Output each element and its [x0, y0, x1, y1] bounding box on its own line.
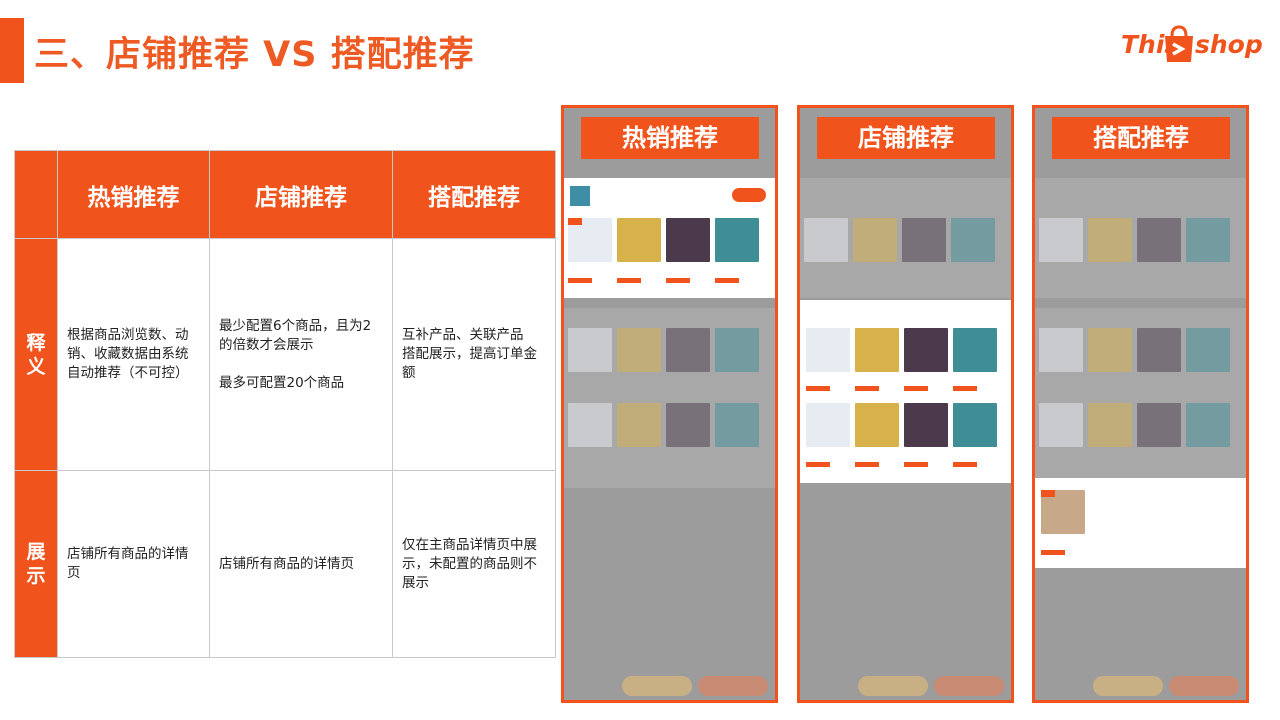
phone-label: 店铺推荐: [817, 117, 995, 159]
phone-mockup-hot-sale: 热销推荐: [561, 105, 778, 703]
column-header: 热销推荐: [57, 150, 210, 239]
table-cell: 互补产品、关联产品 搭配展示，提高订单金额: [392, 238, 556, 471]
thisshop-logo: This shop: [1118, 22, 1268, 70]
bundle-recommend-section: [1035, 478, 1246, 568]
shopping-bag-icon: [1165, 25, 1193, 62]
row-label-text: 释义: [26, 331, 46, 378]
table-cell: 仅在主商品详情页中展示，未配置的商品则不展示: [392, 470, 556, 658]
table-cell: 最少配置6个商品，且为2的倍数才会展示 最多可配置20个商品: [209, 238, 393, 471]
shop-recommend-section: [800, 300, 1011, 483]
column-header: 搭配推荐: [392, 150, 556, 239]
row-label-definition: 释义: [14, 238, 58, 471]
hot-sale-section: [564, 178, 775, 298]
slide: 三、店铺推荐 VS 搭配推荐 This shop 热销推荐 店铺推荐 搭配推荐 …: [0, 0, 1280, 720]
table-corner-cell: [14, 150, 58, 239]
table-row: 展示 店铺所有商品的详情页 店铺所有商品的详情页 仅在主商品详情页中展示，未配置…: [14, 470, 556, 658]
table-header-row: 热销推荐 店铺推荐 搭配推荐: [14, 150, 556, 239]
phone-mockup-bundle-recommend: 搭配推荐: [1032, 105, 1249, 703]
page-title: 三、店铺推荐 VS 搭配推荐: [34, 35, 475, 75]
phone-mockup-shop-recommend: 店铺推荐: [797, 105, 1014, 703]
table-row: 释义 根据商品浏览数、动销、收藏数据由系统自动推荐（不可控） 最少配置6个商品，…: [14, 238, 556, 471]
row-label-display: 展示: [14, 470, 58, 658]
table-cell: 根据商品浏览数、动销、收藏数据由系统自动推荐（不可控）: [57, 238, 210, 471]
comparison-table: 热销推荐 店铺推荐 搭配推荐 释义 根据商品浏览数、动销、收藏数据由系统自动推荐…: [14, 150, 556, 658]
phone-label: 热销推荐: [581, 117, 759, 159]
phone-label: 搭配推荐: [1052, 117, 1230, 159]
column-header: 店铺推荐: [209, 150, 393, 239]
row-label-text: 展示: [26, 541, 46, 587]
logo-text-shop: shop: [1195, 30, 1263, 59]
title-accent-bar: [0, 18, 24, 83]
table-cell: 店铺所有商品的详情页: [57, 470, 210, 658]
table-cell: 店铺所有商品的详情页: [209, 470, 393, 658]
